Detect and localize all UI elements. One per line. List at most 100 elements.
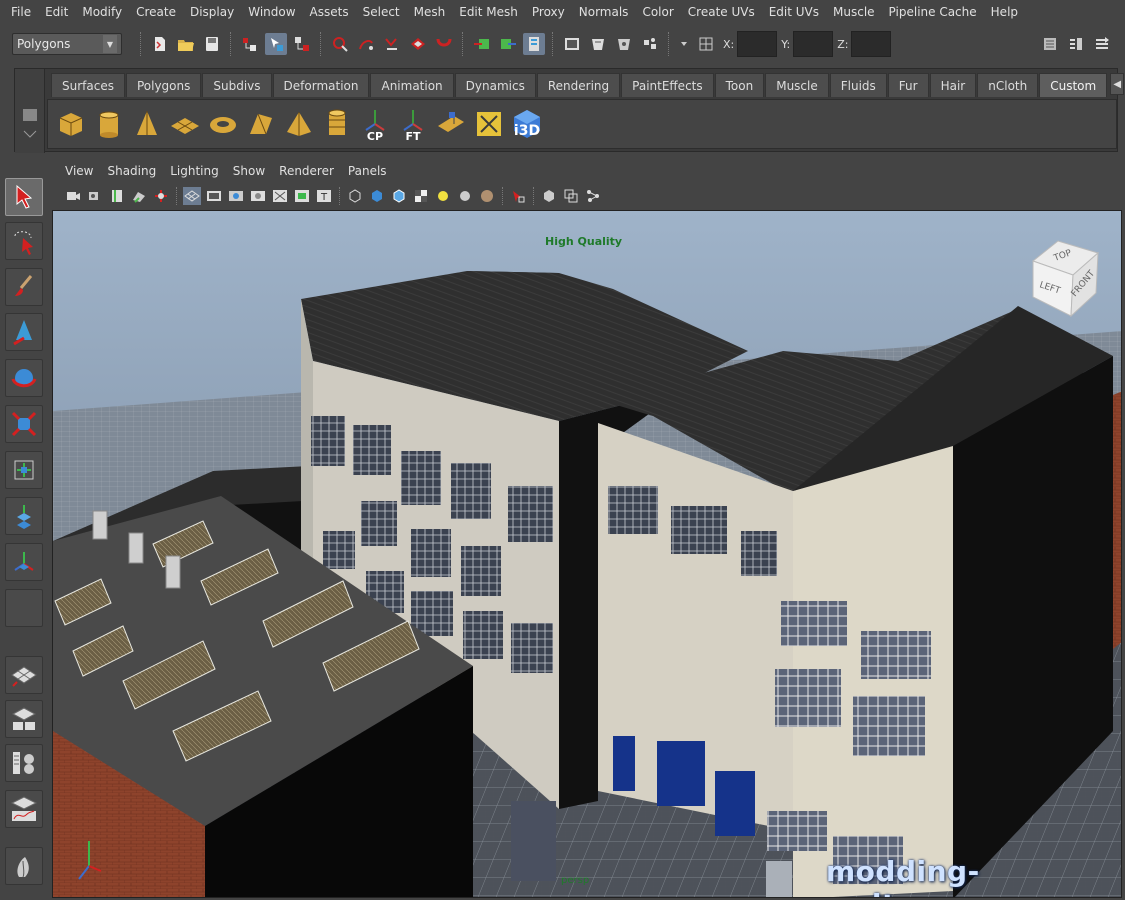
resolution-gate-icon[interactable] (227, 187, 245, 205)
last-tool-used-icon[interactable] (5, 589, 43, 627)
panel-menu-renderer[interactable]: Renderer (272, 164, 341, 178)
universal-manipulator-icon[interactable] (5, 451, 43, 489)
select-by-curve-icon[interactable] (381, 33, 403, 55)
poly-pipe-icon[interactable] (320, 105, 354, 143)
poly-torus-icon[interactable] (206, 105, 240, 143)
menu-select[interactable]: Select (356, 0, 407, 24)
shelf-tab-fluids[interactable]: Fluids (829, 73, 887, 97)
panel-menu-show[interactable]: Show (226, 164, 272, 178)
menu-assets[interactable]: Assets (303, 0, 356, 24)
textured-icon[interactable] (412, 187, 430, 205)
absolute-transform-icon[interactable] (695, 33, 717, 55)
rotate-tool-icon[interactable] (5, 359, 43, 397)
menu-edit[interactable]: Edit (38, 0, 75, 24)
perspective-viewport[interactable]: High Quality persp TOP LEFT FRONT moddin… (52, 210, 1122, 898)
poly-prism-icon[interactable] (244, 105, 278, 143)
fence-tool-icon[interactable] (434, 105, 468, 143)
menu-set-dropdown[interactable]: Polygons ▼ (12, 33, 122, 55)
lasso-tool-icon[interactable] (5, 222, 43, 260)
ipr-render-icon[interactable] (613, 33, 635, 55)
show-channel-box-icon[interactable] (1091, 33, 1113, 55)
menu-create[interactable]: Create (129, 0, 183, 24)
render-view-icon[interactable] (561, 33, 583, 55)
poly-cylinder-icon[interactable] (92, 105, 126, 143)
poly-pyramid-icon[interactable] (282, 105, 316, 143)
render-settings-icon[interactable] (639, 33, 661, 55)
shelf-tab-hair[interactable]: Hair (929, 73, 977, 97)
menu-help[interactable]: Help (984, 0, 1025, 24)
input-connections-icon[interactable] (471, 33, 493, 55)
menu-display[interactable]: Display (183, 0, 241, 24)
move-tool-icon[interactable] (5, 313, 43, 351)
create-ft-icon[interactable]: FT (396, 105, 430, 143)
wireframe-on-shaded-icon[interactable] (390, 187, 408, 205)
menu-proxy[interactable]: Proxy (525, 0, 572, 24)
new-scene-icon[interactable] (149, 33, 171, 55)
shelf-tab-animation[interactable]: Animation (370, 73, 454, 97)
shelf-tab-subdivs[interactable]: Subdivs (202, 73, 272, 97)
shelf-tab-polygons[interactable]: Polygons (125, 73, 202, 97)
select-by-deformation-icon[interactable] (433, 33, 455, 55)
xray-icon[interactable] (509, 187, 527, 205)
render-current-frame-icon[interactable] (587, 33, 609, 55)
select-hierarchy-icon[interactable] (239, 33, 261, 55)
shelf-tab-toon[interactable]: Toon (714, 73, 765, 97)
shelf-menu-handle[interactable] (15, 69, 45, 153)
menu-modify[interactable]: Modify (75, 0, 129, 24)
poly-cone-icon[interactable] (130, 105, 164, 143)
menu-edit-uvs[interactable]: Edit UVs (762, 0, 826, 24)
paint-select-tool-icon[interactable] (5, 268, 43, 306)
film-gate-icon[interactable] (205, 187, 223, 205)
graph-editor-layout-icon[interactable] (5, 790, 43, 828)
menu-window[interactable]: Window (241, 0, 302, 24)
isolate-select-icon[interactable] (540, 187, 558, 205)
transform-field-chevron-icon[interactable] (677, 33, 691, 55)
xray-active-components-icon[interactable] (584, 187, 602, 205)
camera-attributes-icon[interactable] (86, 187, 104, 205)
menu-color[interactable]: Color (635, 0, 680, 24)
safe-title-icon[interactable]: T (315, 187, 333, 205)
output-connections-icon[interactable] (497, 33, 519, 55)
soft-modification-tool-icon[interactable] (5, 497, 43, 535)
shadows-icon[interactable] (456, 187, 474, 205)
shelf-tab-muscle[interactable]: Muscle (765, 73, 829, 97)
shelf-tab-ncloth[interactable]: nCloth (977, 73, 1039, 97)
field-chart-icon[interactable] (271, 187, 289, 205)
use-default-lighting-icon[interactable] (434, 187, 452, 205)
gate-mask-icon[interactable] (249, 187, 267, 205)
menu-file[interactable]: File (4, 0, 38, 24)
outliner-perspective-layout-icon[interactable] (5, 744, 43, 782)
hypershade-layout-icon[interactable] (5, 847, 43, 885)
shelf-tab-deformation[interactable]: Deformation (272, 73, 370, 97)
wireframe-icon[interactable] (346, 187, 364, 205)
z-coordinate-input[interactable] (851, 31, 892, 57)
shelf-tab-rendering[interactable]: Rendering (536, 73, 621, 97)
smooth-shade-icon[interactable] (368, 187, 386, 205)
show-manipulator-tool-icon[interactable] (5, 543, 43, 581)
giants-i3d-exporter-icon[interactable]: i3D (510, 105, 544, 143)
poly-plane-icon[interactable] (168, 105, 202, 143)
create-cp-icon[interactable]: CP (358, 105, 392, 143)
grid-toggle-icon[interactable] (183, 187, 201, 205)
select-by-joint-icon[interactable] (355, 33, 377, 55)
menu-edit-mesh[interactable]: Edit Mesh (452, 0, 525, 24)
shelf-tab-surfaces[interactable]: Surfaces (51, 73, 125, 97)
scale-tool-icon[interactable] (5, 405, 43, 443)
x-coordinate-input[interactable] (737, 31, 778, 57)
shelf-tab-painteffects[interactable]: PaintEffects (621, 73, 714, 97)
high-quality-icon[interactable] (478, 187, 496, 205)
select-object-icon[interactable] (265, 33, 287, 55)
image-plane-icon[interactable] (130, 187, 148, 205)
construction-history-icon[interactable] (523, 33, 545, 55)
shelf-scroll-left-icon[interactable]: ◀ (1110, 73, 1125, 95)
menu-muscle[interactable]: Muscle (826, 0, 882, 24)
show-tool-settings-icon[interactable] (1065, 33, 1087, 55)
shelf-tab-fur[interactable]: Fur (887, 73, 929, 97)
single-perspective-view-icon[interactable] (5, 656, 43, 694)
2d-pan-zoom-icon[interactable] (152, 187, 170, 205)
menu-create-uvs[interactable]: Create UVs (681, 0, 762, 24)
four-view-layout-icon[interactable] (5, 700, 43, 738)
panel-menu-shading[interactable]: Shading (100, 164, 163, 178)
panel-menu-lighting[interactable]: Lighting (163, 164, 226, 178)
shelf-tab-dynamics[interactable]: Dynamics (454, 73, 536, 97)
